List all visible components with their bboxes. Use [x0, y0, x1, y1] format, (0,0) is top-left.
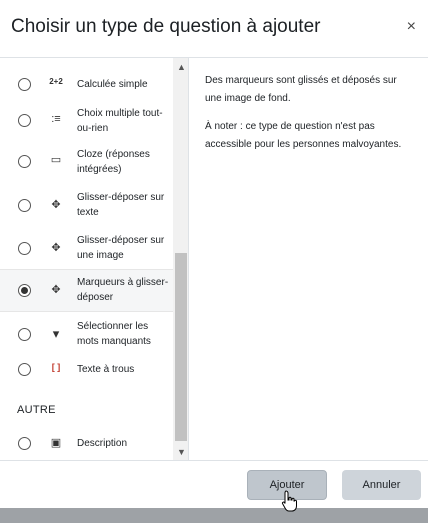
dialog-title: Choisir un type de question à ajouter: [11, 16, 321, 37]
option-label: Sélectionner les mots manquants: [77, 321, 151, 347]
option-label: Cloze (réponses intégrées): [77, 149, 150, 175]
radio-description[interactable]: [18, 437, 31, 450]
option-drag-drop-text[interactable]: ✥ Glisser-déposer sur texte: [0, 184, 173, 226]
calculated-simple-icon: 2+2: [49, 77, 63, 86]
option-drag-drop-image[interactable]: ✥ Glisser-déposer sur une image: [0, 227, 173, 269]
scroll-down-icon[interactable]: ▼: [177, 447, 186, 457]
hand-cursor-icon: [281, 490, 297, 512]
dialog-header: Choisir un type de question à ajouter ×: [0, 0, 428, 58]
close-icon[interactable]: ×: [407, 19, 416, 35]
dialog-footer: Ajouter Annuler: [0, 460, 428, 508]
radio-drag-drop-text[interactable]: [18, 199, 31, 212]
option-label: Texte à trous: [77, 364, 135, 375]
radio-drag-drop-image[interactable]: [18, 242, 31, 255]
section-heading-other: AUTRE: [17, 404, 56, 416]
radio-multichoice[interactable]: [18, 114, 31, 127]
option-label: Marqueurs à glisser-déposer: [77, 277, 169, 303]
option-cloze[interactable]: ▭ Cloze (réponses intégrées): [0, 142, 173, 182]
multichoice-allornothing-icon: :≡: [51, 113, 61, 125]
radio-gapfill[interactable]: [18, 363, 31, 376]
dialog-body: 2+2 Calculée simple :≡ Choix multiple to…: [0, 58, 428, 460]
question-chooser-dialog: Choisir un type de question à ajouter × …: [0, 0, 428, 523]
question-description-panel: Des marqueurs sont glissés et déposés su…: [190, 58, 428, 460]
option-gapfill[interactable]: [ ] Texte à trous: [0, 356, 173, 384]
description-text: Des marqueurs sont glissés et déposés su…: [205, 75, 397, 104]
radio-calculated-simple[interactable]: [18, 78, 31, 91]
gapfill-icon: [ ]: [51, 362, 61, 372]
select-missing-words-icon: ▾: [52, 326, 60, 341]
description-icon: ▣: [50, 437, 62, 449]
option-calculated-simple[interactable]: 2+2 Calculée simple: [0, 66, 173, 102]
radio-select-missing-words[interactable]: [18, 328, 31, 341]
drag-drop-text-icon: ✥: [51, 199, 61, 211]
question-type-list[interactable]: 2+2 Calculée simple :≡ Choix multiple to…: [0, 58, 173, 460]
accessibility-note: À noter : ce type de question n'est pas …: [205, 121, 402, 150]
drag-drop-markers-icon: ✥: [51, 284, 61, 296]
cloze-icon: ▭: [50, 154, 62, 166]
option-description[interactable]: ▣ Description: [0, 430, 173, 458]
option-label: Description: [77, 438, 128, 449]
list-scrollbar[interactable]: ▲ ▼: [173, 58, 189, 460]
scroll-up-icon[interactable]: ▲: [177, 62, 186, 72]
cancel-button[interactable]: Annuler: [342, 470, 421, 500]
option-multichoice-allornothing[interactable]: :≡ Choix multiple tout-ou-rien: [0, 102, 173, 142]
option-label: Glisser-déposer sur une image: [77, 235, 165, 261]
option-label: Choix multiple tout-ou-rien: [77, 108, 163, 134]
option-select-missing-words[interactable]: ▾ Sélectionner les mots manquants: [0, 314, 173, 356]
radio-cloze[interactable]: [18, 155, 31, 168]
page-backdrop-strip: [0, 508, 428, 523]
option-label: Calculée simple: [77, 79, 148, 90]
radio-drag-drop-markers[interactable]: [18, 284, 31, 297]
scrollbar-thumb[interactable]: [175, 253, 187, 441]
option-label: Glisser-déposer sur texte: [77, 192, 165, 218]
option-drag-drop-markers[interactable]: ✥ Marqueurs à glisser-déposer: [0, 269, 173, 312]
drag-drop-image-icon: ✥: [51, 242, 61, 254]
